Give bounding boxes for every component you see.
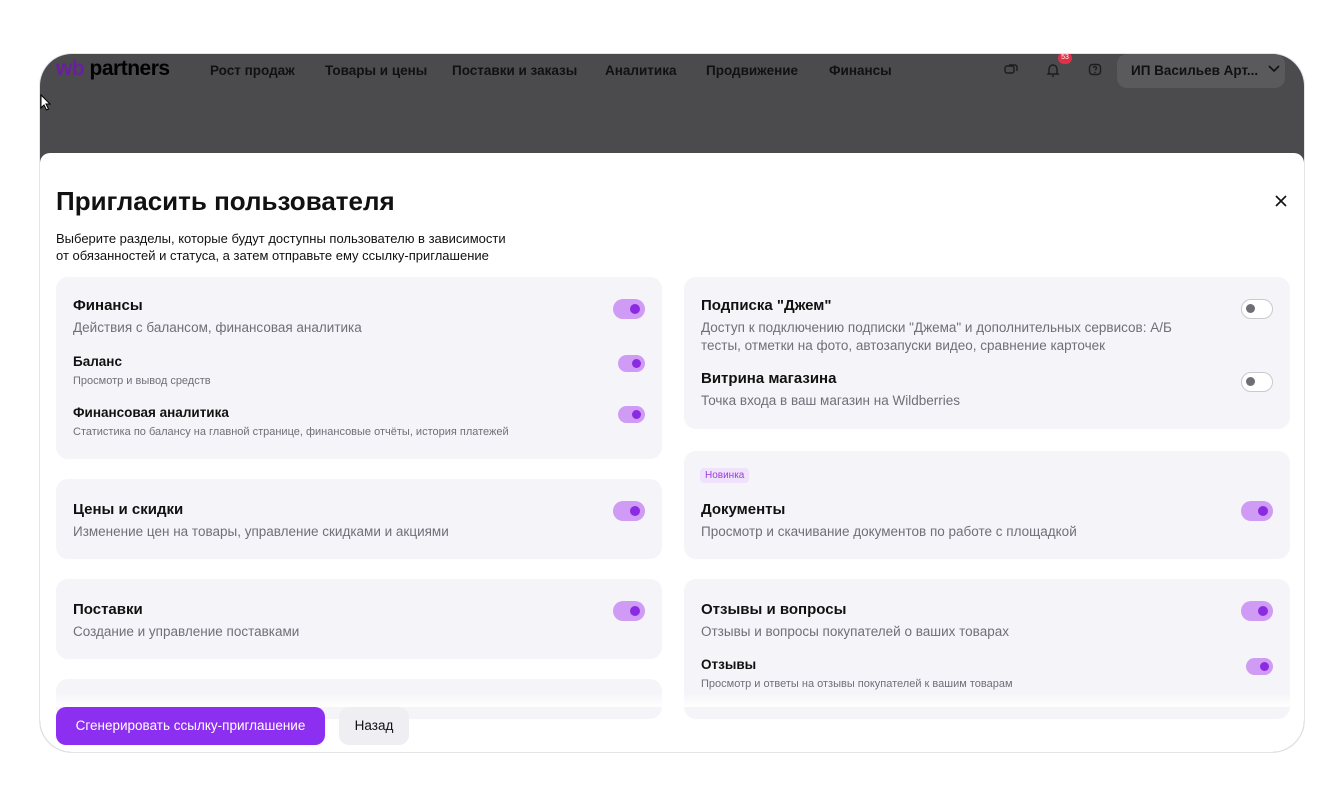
subtitle-line: Выберите разделы, которые будут доступны… <box>56 231 506 246</box>
card-title: Подписка "Джем" <box>701 297 832 314</box>
card-description: Точка входа в ваш магазин на Wildberries <box>701 393 960 408</box>
close-icon[interactable] <box>1270 191 1292 213</box>
card-title: Цены и скидки <box>73 501 184 518</box>
balance-toggle[interactable] <box>618 355 645 372</box>
sub-description: Просмотр и ответы на отзывы покупателей … <box>701 678 1013 690</box>
user-name: ИП Васильев Арт... <box>1131 63 1259 78</box>
back-button[interactable]: Назад <box>339 707 409 745</box>
documents-toggle[interactable] <box>1241 501 1273 521</box>
sub-description: Просмотр и вывод средств <box>73 375 211 387</box>
card-description: Изменение цен на товары, управление скид… <box>73 524 449 539</box>
card-title: Документы <box>701 501 786 518</box>
chat-icon[interactable] <box>1003 62 1019 78</box>
logo-wb: wb <box>56 57 85 80</box>
invite-user-modal: Пригласить пользователя Выберите разделы… <box>40 153 1304 752</box>
generate-invite-link-button[interactable]: Сгенерировать ссылку-приглашение <box>56 707 325 745</box>
card-title: Поставки <box>73 601 143 618</box>
storefront-toggle[interactable] <box>1241 372 1273 392</box>
card-title: Финансы <box>73 297 143 314</box>
logo-partners: partners <box>89 57 171 80</box>
app-window: wb partners Рост продаж Товары и цены По… <box>40 54 1304 752</box>
finance-analytics-toggle[interactable] <box>618 406 645 423</box>
reviews-questions-toggle[interactable] <box>1241 601 1273 621</box>
card-title: Отзывы и вопросы <box>701 601 847 618</box>
top-navigation: wb partners Рост продаж Товары и цены По… <box>40 54 1304 88</box>
nav-item-sales-growth[interactable]: Рост продаж <box>210 63 295 78</box>
description-line: тесты, отметки на фото, автозапуски виде… <box>701 338 1106 353</box>
new-badge: Новинка <box>700 468 750 483</box>
card-prices-discounts: Цены и скидки Изменение цен на товары, у… <box>56 479 662 559</box>
card-description: Доступ к подключению подписки "Джема" и … <box>701 319 1221 355</box>
cursor-icon <box>40 93 54 112</box>
modal-subtitle: Выберите разделы, которые будут доступны… <box>56 230 576 264</box>
card-title: Витрина магазина <box>701 370 837 387</box>
description-line: Доступ к подключению подписки "Джема" и … <box>701 320 1172 335</box>
supplies-toggle[interactable] <box>613 601 645 621</box>
wb-partners-logo[interactable]: wb partners <box>56 57 170 81</box>
nav-item-products-prices[interactable]: Товары и цены <box>325 63 427 78</box>
card-jam-subscription: Подписка "Джем" Доступ к подключению под… <box>684 277 1290 429</box>
card-description: Отзывы и вопросы покупателей о ваших тов… <box>701 624 1009 639</box>
nav-item-analytics[interactable]: Аналитика <box>605 63 676 78</box>
nav-item-supplies-orders[interactable]: Поставки и заказы <box>452 63 577 78</box>
jam-toggle[interactable] <box>1241 299 1273 319</box>
nav-item-finance[interactable]: Финансы <box>829 63 892 78</box>
sub-title: Отзывы <box>701 657 757 672</box>
card-description: Действия с балансом, финансовая аналитик… <box>73 320 362 335</box>
prices-toggle[interactable] <box>613 501 645 521</box>
scroll-fade <box>40 693 1304 707</box>
sub-title: Финансовая аналитика <box>73 405 229 420</box>
sub-description: Статистика по балансу на главной страниц… <box>73 426 509 438</box>
bell-icon[interactable] <box>1045 62 1061 78</box>
card-description: Просмотр и скачивание документов по рабо… <box>701 524 1077 539</box>
reviews-toggle[interactable] <box>1246 658 1273 675</box>
notification-badge: 53 <box>1058 54 1072 64</box>
user-menu[interactable]: ИП Васильев Арт... <box>1117 54 1285 88</box>
modal-title: Пригласить пользователя <box>56 186 395 216</box>
card-description: Создание и управление поставками <box>73 624 300 639</box>
sub-title: Баланс <box>73 354 122 369</box>
finance-toggle[interactable] <box>613 299 645 319</box>
help-icon[interactable] <box>1087 62 1103 78</box>
card-documents: Новинка Документы Просмотр и скачивание … <box>684 451 1290 559</box>
chevron-down-icon <box>1267 61 1281 78</box>
nav-item-promotion[interactable]: Продвижение <box>706 63 798 78</box>
card-finance: Финансы Действия с балансом, финансовая … <box>56 277 662 459</box>
subtitle-line: от обязанностей и статуса, а затем отпра… <box>56 248 489 263</box>
card-supplies: Поставки Создание и управление поставкам… <box>56 579 662 659</box>
